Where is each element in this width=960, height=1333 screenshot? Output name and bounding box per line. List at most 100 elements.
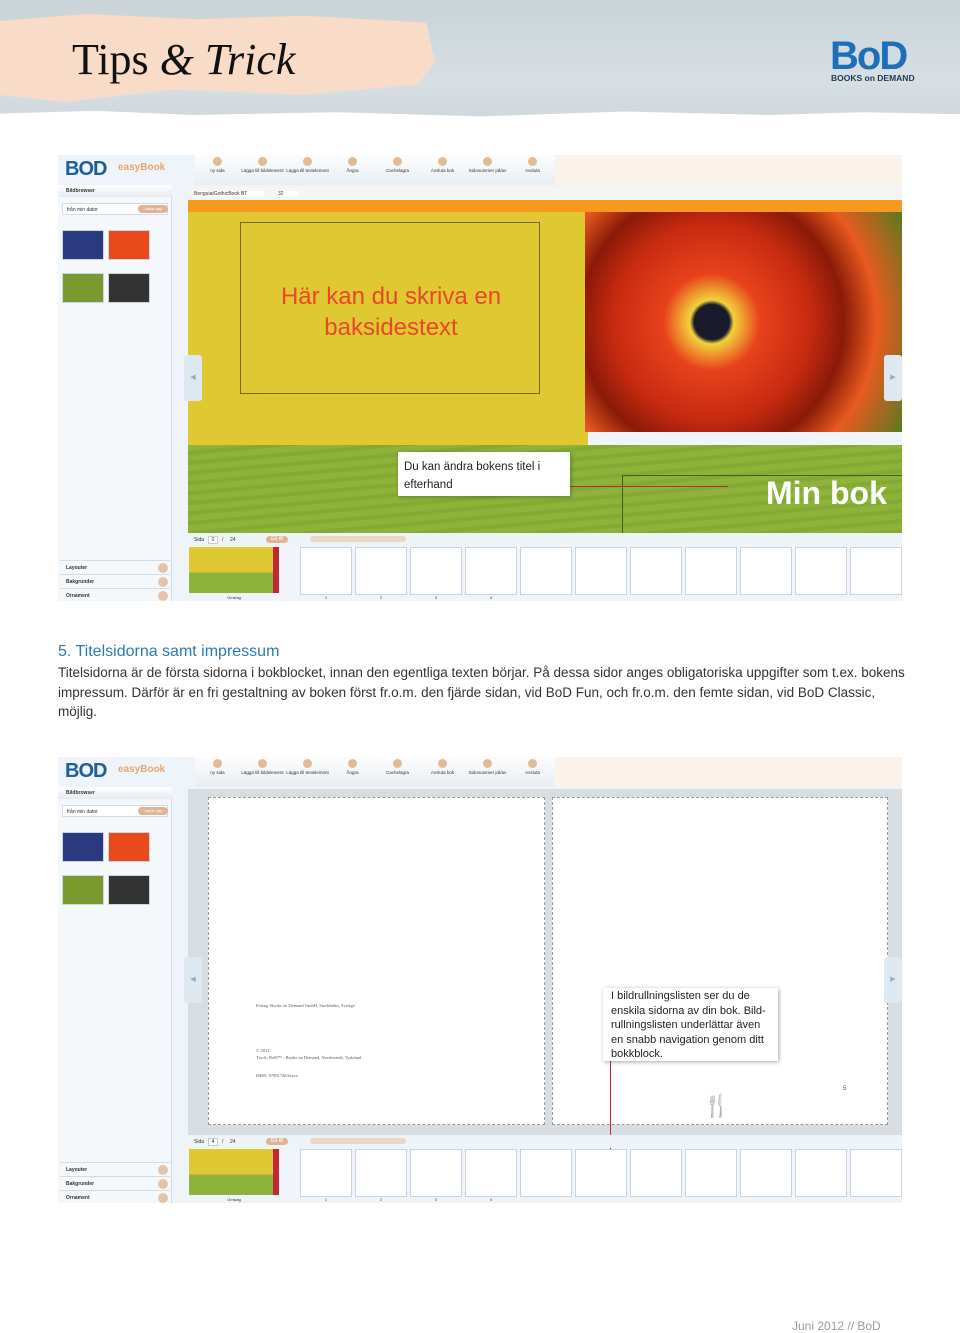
sidebar-section-ornament[interactable]: Ornament [60, 1190, 170, 1203]
sidebar-section-layouter[interactable]: Layouter [60, 1162, 170, 1175]
page-thumbnail[interactable] [520, 1149, 572, 1197]
page-input[interactable]: 0 [208, 536, 218, 544]
image-thumbnail[interactable] [62, 832, 104, 862]
page-thumbnail[interactable] [465, 1149, 517, 1197]
spine-title[interactable]: Min bok [766, 475, 887, 512]
callout-box: Du kan ändra bokens titel i efterhand [398, 452, 570, 496]
upload-button[interactable]: Ladda upp [138, 807, 168, 815]
toolbar-button[interactable]: Sidonummer på/av [465, 757, 510, 787]
image-thumbnail[interactable] [108, 230, 150, 260]
cutlery-ornament-icon[interactable]: 🍴 [703, 1093, 730, 1119]
image-thumbnail[interactable] [108, 832, 150, 862]
goto-button[interactable]: Gå till [266, 536, 288, 543]
image-thumbnail[interactable] [62, 273, 104, 303]
plus-icon[interactable] [158, 1193, 168, 1203]
page-thumbnail[interactable] [300, 1149, 352, 1197]
next-page-button[interactable]: ▶ [884, 355, 902, 401]
page-header: Tips & Trick BoD BOOKS on DEMAND [0, 0, 960, 122]
page-thumbnail[interactable] [465, 547, 517, 595]
zoom-slider[interactable] [310, 536, 406, 542]
page-thumbnail[interactable] [355, 547, 407, 595]
page-thumbnail[interactable] [355, 1149, 407, 1197]
page-right[interactable]: 5 🍴 [552, 797, 888, 1125]
toolbar-button[interactable]: Cachelagra [375, 757, 420, 787]
toolbar-button[interactable]: Avsluta [510, 155, 555, 185]
plus-icon[interactable] [158, 591, 168, 601]
page-thumbnail[interactable] [630, 1149, 682, 1197]
editor-screenshot-cover: Här kan du skriva en baksidestext Min bo… [58, 155, 902, 601]
page-thumbnail[interactable] [410, 547, 462, 595]
cover-thumbnail[interactable] [189, 547, 279, 593]
toolbar-icon [303, 157, 312, 166]
toolbar-button[interactable]: Ångra [330, 757, 375, 787]
page-left[interactable]: Förlag: Books on Demand GmbH, Stockholm,… [208, 797, 545, 1125]
page-thumbnail-number: 4 [489, 1197, 493, 1202]
bod-logo: BoD [830, 34, 908, 78]
cover-label: Omslag [227, 1197, 241, 1202]
font-select[interactable]: BenguiatGothicBook BT [194, 191, 264, 197]
toolbar-button-label: Lägga till bildelement [241, 770, 284, 775]
page-thumbnail-number: 3 [434, 595, 438, 600]
image-thumbnail[interactable] [108, 273, 150, 303]
easybook-logo: easyBook [118, 764, 166, 775]
page-thumbnail[interactable] [850, 1149, 902, 1197]
sidebar-section-layouter[interactable]: Layouter [60, 560, 170, 573]
toolbar-button[interactable]: Avsluta [510, 757, 555, 787]
sidebar-header: Bildbrowser [58, 185, 172, 197]
page-thumbnail[interactable] [410, 1149, 462, 1197]
cover-thumbnail[interactable] [189, 1149, 279, 1195]
toolbar-button-label: Lägga till textelement [286, 168, 329, 173]
page-thumbnail[interactable] [740, 1149, 792, 1197]
plus-icon[interactable] [158, 1165, 168, 1175]
callout-box: I bildrullningslisten ser du de enskila … [603, 988, 778, 1061]
toolbar-button[interactable]: Avsluta bok [420, 757, 465, 787]
toolbar-button[interactable]: Lägga till textelement [285, 155, 330, 185]
sidebar-section-ornament[interactable]: Ornament [60, 588, 170, 601]
page-thumbnail[interactable] [795, 547, 847, 595]
image-thumbnail[interactable] [108, 875, 150, 905]
page-thumbnail[interactable] [520, 547, 572, 595]
page-thumbnail[interactable] [685, 547, 737, 595]
goto-button[interactable]: Gå till [266, 1138, 288, 1145]
toolbar-button[interactable]: Ångra [330, 155, 375, 185]
toolbar-button-label: Cachelagra [385, 770, 409, 775]
spine-band: Min bok Du kan ändra bokens titel i efte… [188, 445, 902, 533]
page-thumbnail[interactable] [575, 547, 627, 595]
page-thumbnail[interactable] [300, 547, 352, 595]
page-navigation-bar: Sida 4 / 24 Gå till [188, 1135, 902, 1148]
page-thumbnail[interactable] [850, 547, 902, 595]
page-thumbnail[interactable] [740, 547, 792, 595]
zoom-slider[interactable] [310, 1138, 406, 1144]
plus-icon[interactable] [158, 1179, 168, 1189]
sidebar-section-bakgrunder[interactable]: Bakgrunder [60, 574, 170, 587]
prev-page-button[interactable]: ◀ [184, 355, 202, 401]
toolbar-button[interactable]: Lägga till bildelement [240, 155, 285, 185]
back-cover-text[interactable]: Här kan du skriva en baksidestext [241, 281, 541, 343]
toolbar-button[interactable]: Sidonummer på/av [465, 155, 510, 185]
plus-icon[interactable] [158, 563, 168, 573]
page-label: Sida [194, 1139, 205, 1145]
toolbar-button[interactable]: ny sida [195, 155, 240, 185]
page-input[interactable]: 4 [208, 1138, 218, 1146]
next-page-button[interactable]: ▶ [884, 957, 902, 1003]
page-total: 24 [230, 1139, 236, 1145]
toolbar-button[interactable]: Lägga till textelement [285, 757, 330, 787]
page-thumbnail[interactable] [630, 547, 682, 595]
plus-icon[interactable] [158, 577, 168, 587]
image-thumbnail[interactable] [62, 875, 104, 905]
sidebar-section-bakgrunder[interactable]: Bakgrunder [60, 1176, 170, 1189]
prev-page-button[interactable]: ◀ [184, 957, 202, 1003]
toolbar-button[interactable]: Cachelagra [375, 155, 420, 185]
toolbar-button[interactable]: Lägga till bildelement [240, 757, 285, 787]
page-thumbnail[interactable] [795, 1149, 847, 1197]
back-text-frame[interactable]: Här kan du skriva en baksidestext [240, 222, 540, 394]
toolbar-icon [258, 759, 267, 768]
page-thumbnail[interactable] [685, 1149, 737, 1197]
page-thumbnail[interactable] [575, 1149, 627, 1197]
toolbar-button[interactable]: ny sida [195, 757, 240, 787]
toolbar-button[interactable]: Avsluta bok [420, 155, 465, 185]
font-size-select[interactable]: 32 [278, 191, 298, 197]
upload-button[interactable]: Ladda upp [138, 205, 168, 213]
tulip-photo[interactable] [585, 212, 902, 432]
image-thumbnail[interactable] [62, 230, 104, 260]
